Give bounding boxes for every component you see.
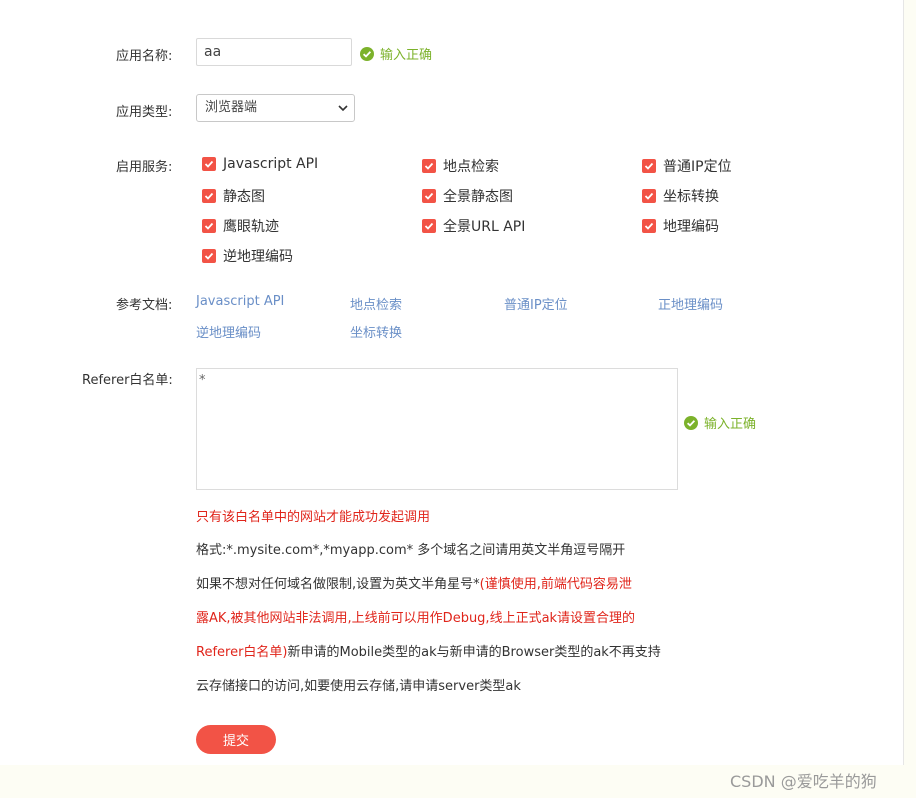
- chevron-down-icon: [338, 105, 348, 112]
- app-type-select[interactable]: 浏览器端: [196, 94, 355, 122]
- referer-valid-status: 输入正确: [684, 413, 756, 432]
- service-checkbox[interactable]: 逆地理编码: [202, 246, 293, 266]
- service-label: 全景静态图: [443, 189, 513, 205]
- app-name-label: 应用名称:: [116, 49, 173, 64]
- submit-button[interactable]: 提交: [196, 725, 276, 754]
- checkbox-checked-icon[interactable]: [642, 189, 656, 203]
- note-mobile: Referer白名单)新申请的Mobile类型的ak与新申请的Browser类型…: [196, 645, 661, 661]
- service-checkbox[interactable]: 全景URL API: [422, 216, 525, 236]
- service-label: 全景URL API: [443, 219, 526, 235]
- services-label: 启用服务:: [116, 160, 173, 175]
- service-checkbox[interactable]: 全景静态图: [422, 186, 513, 206]
- service-label: 普通IP定位: [663, 159, 732, 175]
- checkbox-checked-icon[interactable]: [422, 159, 436, 173]
- doc-link[interactable]: 正地理编码: [658, 294, 723, 313]
- checkbox-checked-icon[interactable]: [202, 219, 216, 233]
- checkbox-checked-icon[interactable]: [422, 219, 436, 233]
- checkbox-checked-icon[interactable]: [202, 157, 216, 171]
- check-circle-icon: [360, 46, 374, 61]
- note-storage: 云存储接口的访问,如要使用云存储,请申请server类型ak: [196, 679, 521, 694]
- referer-label: Referer白名单:: [82, 373, 173, 388]
- service-checkbox[interactable]: 地点检索: [422, 156, 499, 176]
- service-label: Javascript API: [223, 156, 319, 172]
- service-label: 地点检索: [443, 159, 499, 175]
- service-label: 静态图: [223, 189, 265, 205]
- service-checkbox[interactable]: 地理编码: [642, 216, 719, 236]
- service-checkbox[interactable]: Javascript API: [202, 156, 318, 172]
- checkbox-checked-icon[interactable]: [202, 189, 216, 203]
- service-label: 鹰眼轨迹: [223, 219, 279, 235]
- app-type-selected: 浏览器端: [205, 100, 258, 115]
- service-label: 地理编码: [663, 219, 719, 235]
- checkbox-checked-icon[interactable]: [202, 249, 216, 263]
- check-circle-icon: [684, 415, 698, 430]
- note-wildcard-text: 如果不想对任何域名做限制,设置为英文半角星号*: [196, 577, 480, 592]
- service-checkbox[interactable]: 静态图: [202, 186, 265, 206]
- docs-label: 参考文档:: [116, 298, 173, 313]
- app-name-valid-status: 输入正确: [360, 44, 432, 63]
- doc-link[interactable]: 地点检索: [350, 294, 402, 313]
- note-whitelist: 只有该白名单中的网站才能成功发起调用: [196, 510, 431, 525]
- referer-textarea[interactable]: *: [196, 368, 678, 490]
- page-frame-right: [903, 0, 916, 798]
- checkbox-checked-icon[interactable]: [642, 159, 656, 173]
- service-checkbox[interactable]: 坐标转换: [642, 186, 719, 206]
- page-frame-border: [903, 0, 904, 765]
- checkbox-checked-icon[interactable]: [422, 189, 436, 203]
- service-checkbox[interactable]: 鹰眼轨迹: [202, 216, 279, 236]
- service-label: 坐标转换: [663, 189, 719, 205]
- note-format: 格式:*.mysite.com*,*myapp.com* 多个域名之间请用英文半…: [196, 543, 626, 558]
- doc-link[interactable]: 普通IP定位: [504, 294, 568, 313]
- doc-link[interactable]: 逆地理编码: [196, 322, 261, 341]
- note-warning: 露AK,被其他网站非法调用,上线前可以用作Debug,线上正式ak请设置合理的: [196, 611, 636, 626]
- note-warning-end: Referer白名单): [196, 645, 288, 660]
- doc-link[interactable]: 坐标转换: [350, 322, 402, 341]
- checkbox-checked-icon[interactable]: [642, 219, 656, 233]
- doc-link[interactable]: Javascript API: [196, 294, 284, 309]
- app-name-valid-text: 输入正确: [380, 48, 433, 63]
- note-warning-text: (谨慎使用,前端代码容易泄: [479, 577, 632, 592]
- app-name-input[interactable]: aa: [196, 38, 352, 66]
- watermark: CSDN @爱吃羊的狗: [730, 772, 877, 791]
- note-mobile-text: 新申请的Mobile类型的ak与新申请的Browser类型的ak不再支持: [287, 645, 661, 660]
- referer-valid-text: 输入正确: [704, 417, 757, 432]
- service-checkbox[interactable]: 普通IP定位: [642, 156, 732, 176]
- app-type-label: 应用类型:: [116, 105, 173, 120]
- service-label: 逆地理编码: [223, 249, 293, 265]
- note-wildcard: 如果不想对任何域名做限制,设置为英文半角星号*(谨慎使用,前端代码容易泄: [196, 577, 632, 593]
